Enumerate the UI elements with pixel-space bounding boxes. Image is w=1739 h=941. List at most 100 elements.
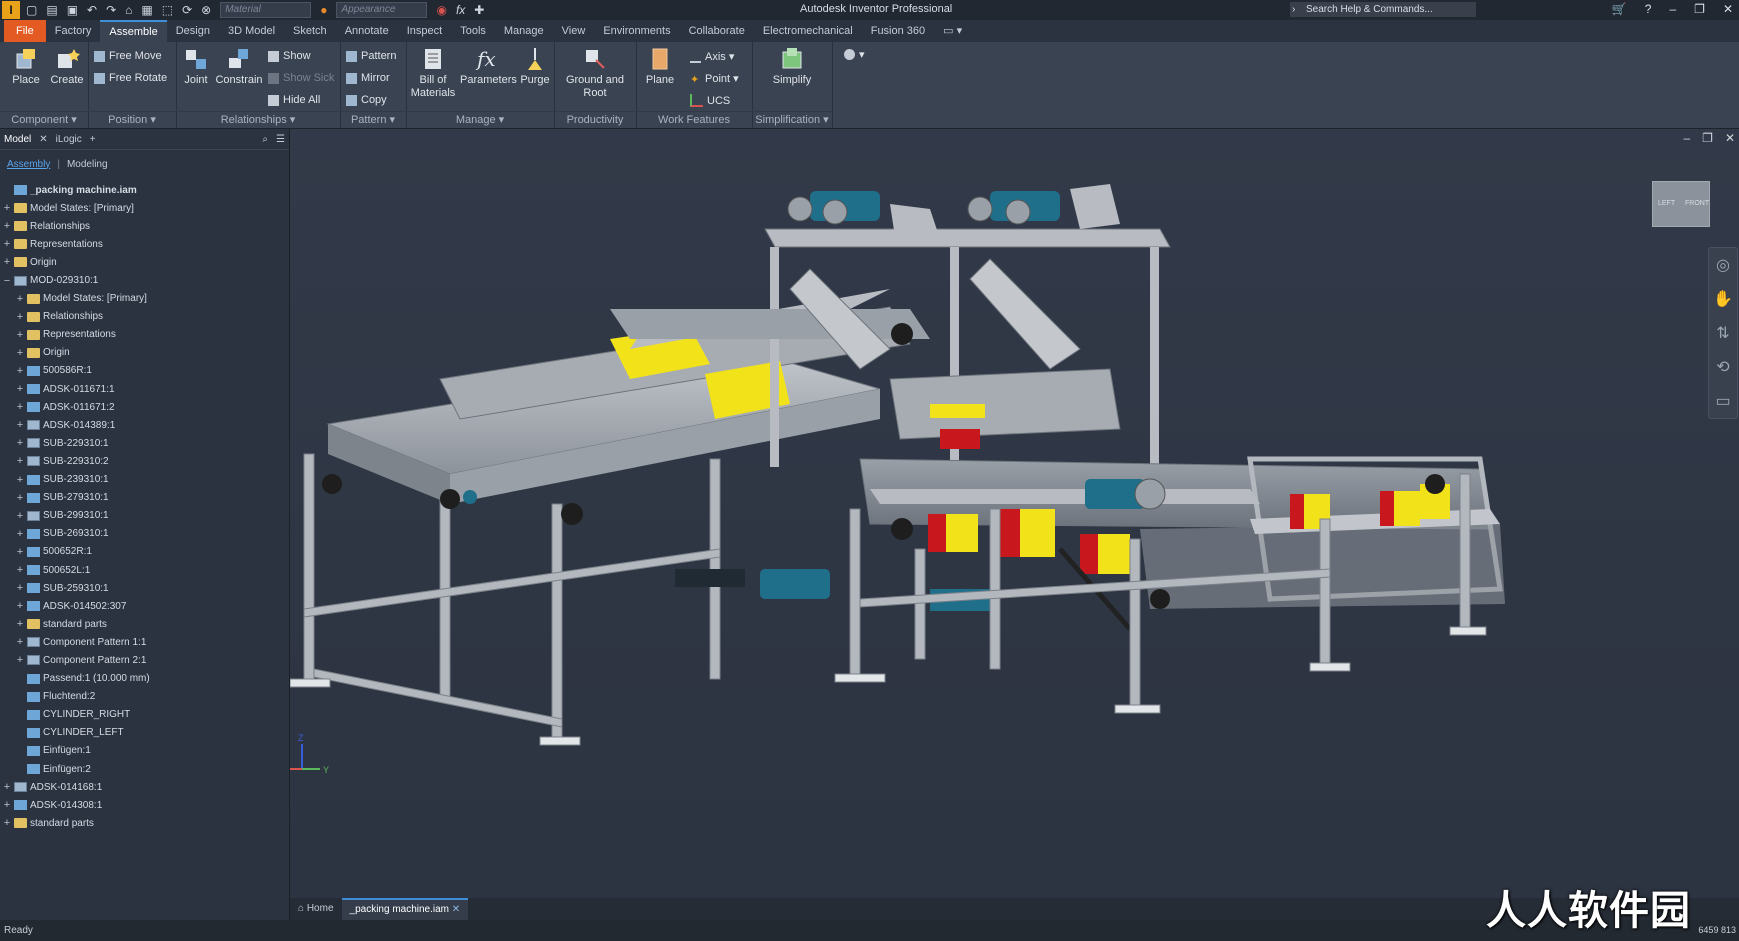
save-icon[interactable]: ▣: [67, 3, 78, 17]
expand-toggle-icon[interactable]: +: [15, 311, 25, 323]
browser-tree-item[interactable]: + Model States: [Primary]: [2, 290, 287, 308]
browser-tree-item[interactable]: + SUB-229310:1: [2, 434, 287, 452]
browser-tree-item[interactable]: + SUB-279310:1: [2, 489, 287, 507]
print-icon[interactable]: ▦: [141, 3, 152, 17]
close-doc-icon[interactable]: ⊗: [201, 3, 211, 17]
expand-toggle-icon[interactable]: +: [15, 564, 25, 576]
tab-collaborate[interactable]: Collaborate: [680, 20, 754, 42]
tab-home[interactable]: ⌂ Home: [290, 898, 342, 920]
expand-toggle-icon[interactable]: +: [15, 654, 25, 666]
search-help-input[interactable]: › Search Help & Commands...: [1290, 2, 1476, 17]
mode-modeling[interactable]: Modeling: [60, 159, 115, 170]
orbit-icon[interactable]: ⟲: [1709, 350, 1737, 384]
axis-button[interactable]: Axis ▾: [690, 50, 734, 63]
expand-toggle-icon[interactable]: +: [15, 455, 25, 467]
expand-toggle-icon[interactable]: +: [15, 419, 25, 431]
browser-tree-item[interactable]: + SUB-259310:1: [2, 579, 287, 597]
cart-icon[interactable]: 🛒: [1612, 2, 1627, 16]
viewcube-front-face[interactable]: FRONT: [1685, 200, 1709, 207]
select-icon[interactable]: ⬚: [162, 3, 173, 17]
expand-toggle-icon[interactable]: +: [2, 781, 12, 793]
browser-tree-item[interactable]: +500652R:1: [2, 543, 287, 561]
pan-icon[interactable]: ✋: [1709, 282, 1737, 316]
expand-toggle-icon[interactable]: +: [15, 437, 25, 449]
fx-icon[interactable]: fx: [456, 3, 465, 17]
expand-toggle-icon[interactable]: +: [15, 365, 25, 377]
browser-tree-item[interactable]: + SUB-299310:1: [2, 507, 287, 525]
browser-tree-item[interactable]: _packing machine.iam: [2, 181, 287, 199]
constrain-button[interactable]: Constrain: [214, 46, 264, 87]
browser-tree-item[interactable]: + standard parts: [2, 615, 287, 633]
minimize-button[interactable]: –: [1669, 2, 1676, 16]
panel-label-component[interactable]: Component ▾: [0, 111, 88, 128]
tab-assemble[interactable]: Assemble: [100, 20, 167, 42]
copy-button[interactable]: Copy: [346, 94, 387, 106]
expand-toggle-icon[interactable]: +: [2, 220, 12, 232]
browser-tree-item[interactable]: + SUB-239310:1: [2, 471, 287, 489]
bill-of-materials-button[interactable]: Bill of Materials: [410, 46, 456, 100]
expand-toggle-icon[interactable]: +: [15, 347, 25, 359]
tab-packing-machine[interactable]: _packing machine.iam ✕: [341, 898, 469, 920]
create-button[interactable]: Create: [48, 46, 86, 87]
help-icon[interactable]: ?: [1645, 2, 1652, 16]
expand-toggle-icon[interactable]: +: [2, 238, 12, 250]
restore-button[interactable]: ❐: [1694, 2, 1705, 16]
expand-toggle-icon[interactable]: +: [15, 474, 25, 486]
ground-and-root-button[interactable]: Ground and Root: [560, 46, 630, 100]
browser-tree-item[interactable]: CYLINDER_RIGHT: [2, 706, 287, 724]
tab-electromechanical[interactable]: Electromechanical: [754, 20, 862, 42]
browser-tree-item[interactable]: Einfügen:1: [2, 742, 287, 760]
mirror-button[interactable]: Mirror: [346, 72, 390, 84]
tab-file[interactable]: File: [4, 20, 46, 42]
browser-tree-item[interactable]: + SUB-229310:2: [2, 452, 287, 470]
appearance-dropdown[interactable]: Appearance: [336, 2, 428, 18]
panel-label-pattern[interactable]: Pattern ▾: [340, 111, 406, 128]
tab-tools[interactable]: Tools: [451, 20, 495, 42]
add-tab-icon[interactable]: +: [86, 134, 100, 145]
zoom-icon[interactable]: ⇅: [1709, 316, 1737, 350]
tab-model[interactable]: Model: [0, 134, 35, 145]
browser-tree-item[interactable]: + Component Pattern 1:1: [2, 633, 287, 651]
expand-toggle-icon[interactable]: +: [15, 293, 25, 305]
close-tab-icon[interactable]: ✕: [35, 134, 51, 145]
home-icon[interactable]: ⌂: [125, 3, 132, 17]
browser-tree-item[interactable]: + Representations: [2, 326, 287, 344]
browser-tree-item[interactable]: CYLINDER_LEFT: [2, 724, 287, 742]
tab-design[interactable]: Design: [167, 20, 219, 42]
show-button[interactable]: Show: [268, 50, 311, 62]
free-move-button[interactable]: Free Move: [94, 50, 162, 62]
color-override-icon[interactable]: ◉: [436, 3, 446, 17]
expand-toggle-icon[interactable]: +: [15, 546, 25, 558]
simplify-button[interactable]: Simplify: [762, 46, 822, 87]
plane-button[interactable]: Plane: [642, 46, 678, 87]
browser-tree-item[interactable]: + Origin: [2, 253, 287, 271]
undo-icon[interactable]: ↶: [87, 3, 97, 17]
browser-tree-item[interactable]: Einfügen:2: [2, 760, 287, 778]
tab-annotate[interactable]: Annotate: [336, 20, 398, 42]
look-at-icon[interactable]: ▭: [1709, 384, 1737, 418]
browser-tree-item[interactable]: + ADSK-014308:1: [2, 796, 287, 814]
tab-ilogic[interactable]: iLogic: [52, 134, 86, 145]
search-icon[interactable]: ⌕: [258, 134, 272, 145]
mode-assembly[interactable]: Assembly: [0, 159, 57, 170]
expand-toggle-icon[interactable]: +: [2, 202, 12, 214]
new-icon[interactable]: ▢: [26, 3, 37, 17]
expand-toggle-icon[interactable]: +: [15, 618, 25, 630]
view-cube[interactable]: LEFT FRONT: [1652, 181, 1710, 227]
browser-tree-item[interactable]: + Relationships: [2, 217, 287, 235]
place-button[interactable]: Place: [8, 46, 44, 87]
browser-tree-item[interactable]: + Component Pattern 2:1: [2, 651, 287, 669]
ucs-button[interactable]: UCS: [690, 94, 730, 107]
expand-toggle-icon[interactable]: +: [15, 383, 25, 395]
free-rotate-button[interactable]: Free Rotate: [94, 72, 167, 84]
browser-tree-item[interactable]: Fluchtend:2: [2, 688, 287, 706]
expand-toggle-icon[interactable]: +: [2, 256, 12, 268]
browser-tree-item[interactable]: + ADSK-011671:2: [2, 398, 287, 416]
close-doc-tab-icon[interactable]: ✕: [452, 904, 460, 915]
browser-tree-item[interactable]: − MOD-029310:1: [2, 271, 287, 289]
browser-tree-item[interactable]: + Model States: [Primary]: [2, 199, 287, 217]
steering-wheel-icon[interactable]: ◎: [1709, 248, 1737, 282]
expand-toggle-icon[interactable]: +: [15, 600, 25, 612]
tab-manage[interactable]: Manage: [495, 20, 553, 42]
video-toggle-icon[interactable]: ▭ ▾: [934, 20, 971, 42]
